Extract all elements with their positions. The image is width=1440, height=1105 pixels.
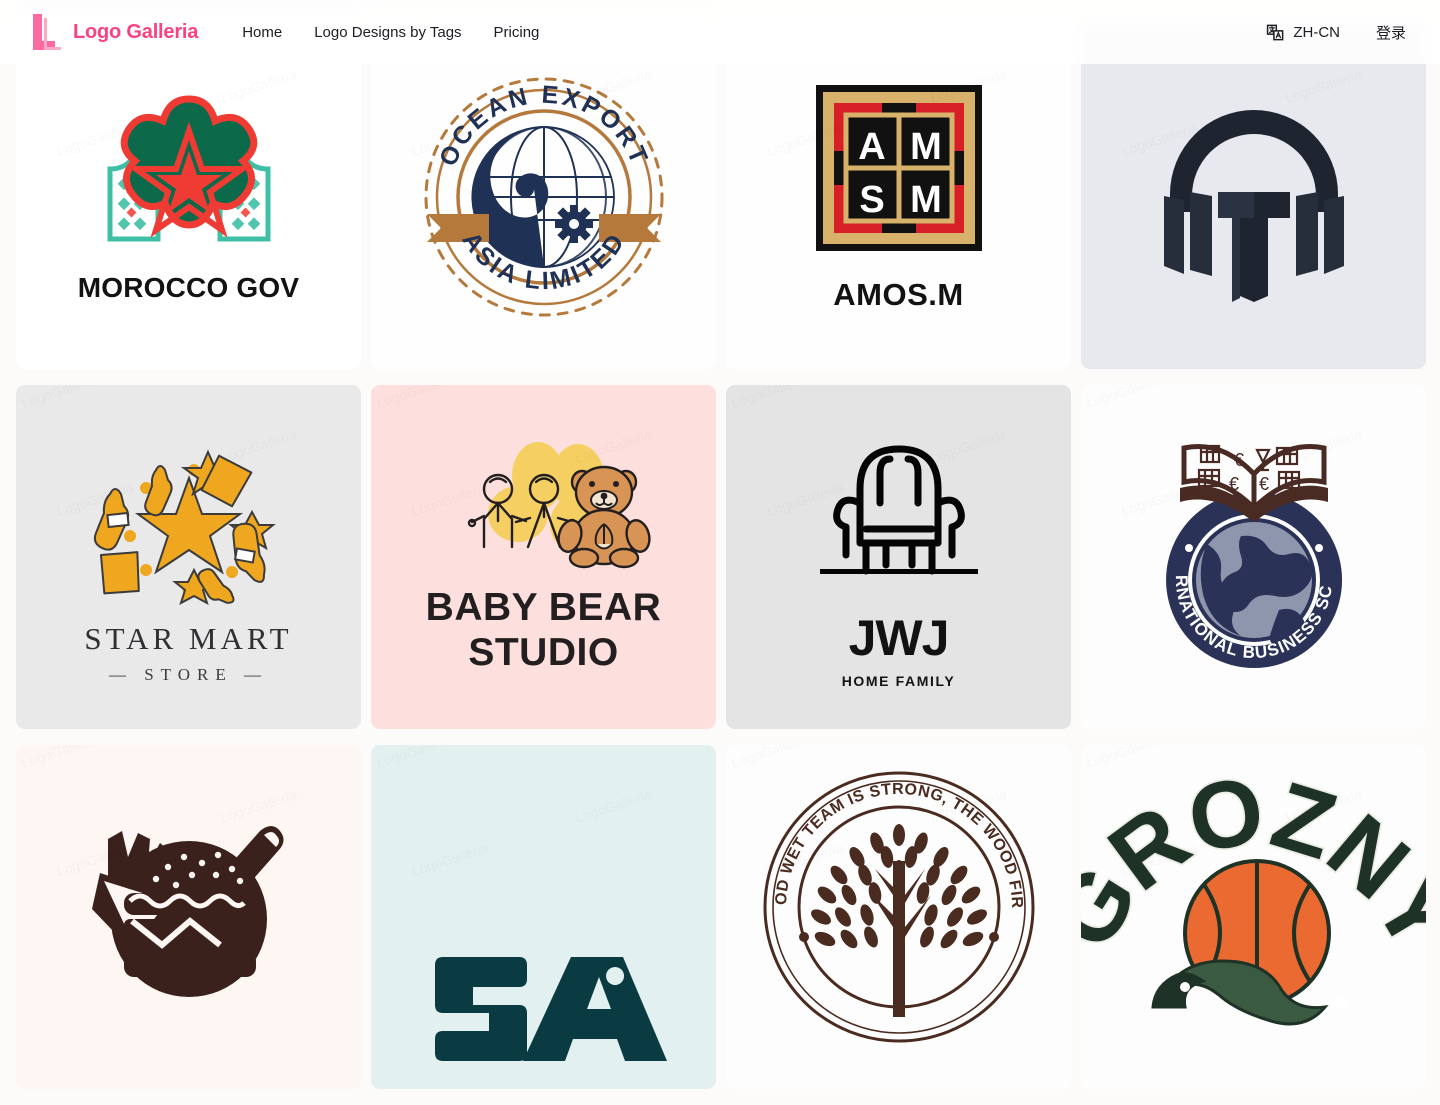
gallery-row-1: MOROCCO GOV LogoGalleria xyxy=(16,25,1426,369)
brand-name: Logo Galleria xyxy=(73,20,199,43)
svg-text:€: € xyxy=(1229,474,1239,494)
nav-item-logo-designs-by-tags[interactable]: Logo Designs by Tags xyxy=(314,24,461,41)
amos-letter-1: A xyxy=(858,126,885,168)
five-a-mark-icon xyxy=(434,957,667,1061)
logo-card-ocean-export[interactable]: OCEAN EXPORT ASIA LIMITED xyxy=(371,25,716,369)
letter-l-logo-icon xyxy=(33,14,61,50)
logo-card-burger-badge[interactable] xyxy=(16,745,361,1089)
logo-card-international-business-school[interactable]: INTERNATIONAL BUSINESS SCHOOL xyxy=(1081,385,1426,729)
headphone-t-mark-icon xyxy=(1163,110,1344,302)
gallery-row-3: THE WOOD WET TEAM IS STRONG, THE WOOD FI… xyxy=(16,745,1426,1089)
logo-card-amos-m[interactable]: A M S M AMOS.M xyxy=(726,25,1071,369)
nav-item-pricing[interactable]: Pricing xyxy=(494,24,540,41)
amos-m-mark-icon: A M S M xyxy=(815,84,982,251)
wood-team-tree-badge-icon: THE WOOD WET TEAM IS STRONG, THE WOOD FI… xyxy=(759,767,1034,1043)
amos-letter-4: M xyxy=(910,179,942,221)
logo-title: JWJ xyxy=(848,610,950,667)
brand-logo[interactable]: Logo Galleria xyxy=(33,14,198,50)
logo-title: BABY BEAR xyxy=(425,586,662,630)
logo-title: AMOS.M xyxy=(833,276,964,312)
amos-letter-3: S xyxy=(859,179,884,221)
login-button[interactable]: 登录 xyxy=(1376,22,1406,43)
svg-text:€: € xyxy=(1259,474,1269,494)
logo-card-wood-team-tree[interactable]: THE WOOD WET TEAM IS STRONG, THE WOOD FI… xyxy=(726,745,1071,1089)
site-header: Logo Galleria Home Logo Designs by Tags … xyxy=(0,0,1440,64)
jwj-armchair-icon xyxy=(819,445,978,575)
star-mart-mark-icon xyxy=(93,449,276,605)
header-actions: ZH-CN 登录 xyxy=(1266,22,1406,43)
baby-bear-mark-icon xyxy=(467,442,651,569)
grozny-basketball-icon: GROZNY xyxy=(1081,755,1426,1026)
svg-text:€: € xyxy=(1234,450,1244,470)
logo-subtitle: — STORE — xyxy=(108,664,269,684)
logo-card-jwj-home-family[interactable]: JWJ HOME FAMILY xyxy=(726,385,1071,729)
nav-item-home[interactable]: Home xyxy=(242,24,282,41)
language-switcher[interactable]: ZH-CN xyxy=(1266,23,1340,42)
language-label: ZH-CN xyxy=(1293,23,1340,41)
gallery-row-2: STAR MART — STORE — BABY BEAR STUDIO JWJ… xyxy=(16,385,1426,729)
burger-fries-badge-icon xyxy=(91,826,284,997)
amos-letter-2: M xyxy=(910,126,942,168)
morocco-gov-mark-icon xyxy=(107,95,270,242)
logo-card-headphone-t[interactable] xyxy=(1081,25,1426,369)
main-navigation: Home Logo Designs by Tags Pricing xyxy=(242,24,539,41)
logo-card-morocco-gov[interactable]: MOROCCO GOV LogoGalleria xyxy=(16,25,361,369)
logo-subtitle: STUDIO xyxy=(468,631,619,674)
logo-gallery-grid: MOROCCO GOV LogoGalleria xyxy=(0,0,1440,1105)
logo-card-grozny[interactable]: GROZNY xyxy=(1081,745,1426,1089)
logo-title: MOROCCO GOV xyxy=(77,272,300,304)
ocean-export-badge-icon: OCEAN EXPORT ASIA LIMITED xyxy=(424,77,663,317)
logo-card-star-mart[interactable]: STAR MART — STORE — xyxy=(16,385,361,729)
logo-subtitle: HOME FAMILY xyxy=(841,672,956,689)
logo-card-baby-bear-studio[interactable]: BABY BEAR STUDIO xyxy=(371,385,716,729)
ibs-badge-icon: INTERNATIONAL BUSINESS SCHOOL xyxy=(1129,432,1342,668)
logo-card-five-a[interactable] xyxy=(371,745,716,1089)
logo-title: STAR MART xyxy=(84,620,293,656)
translate-icon xyxy=(1267,24,1284,40)
